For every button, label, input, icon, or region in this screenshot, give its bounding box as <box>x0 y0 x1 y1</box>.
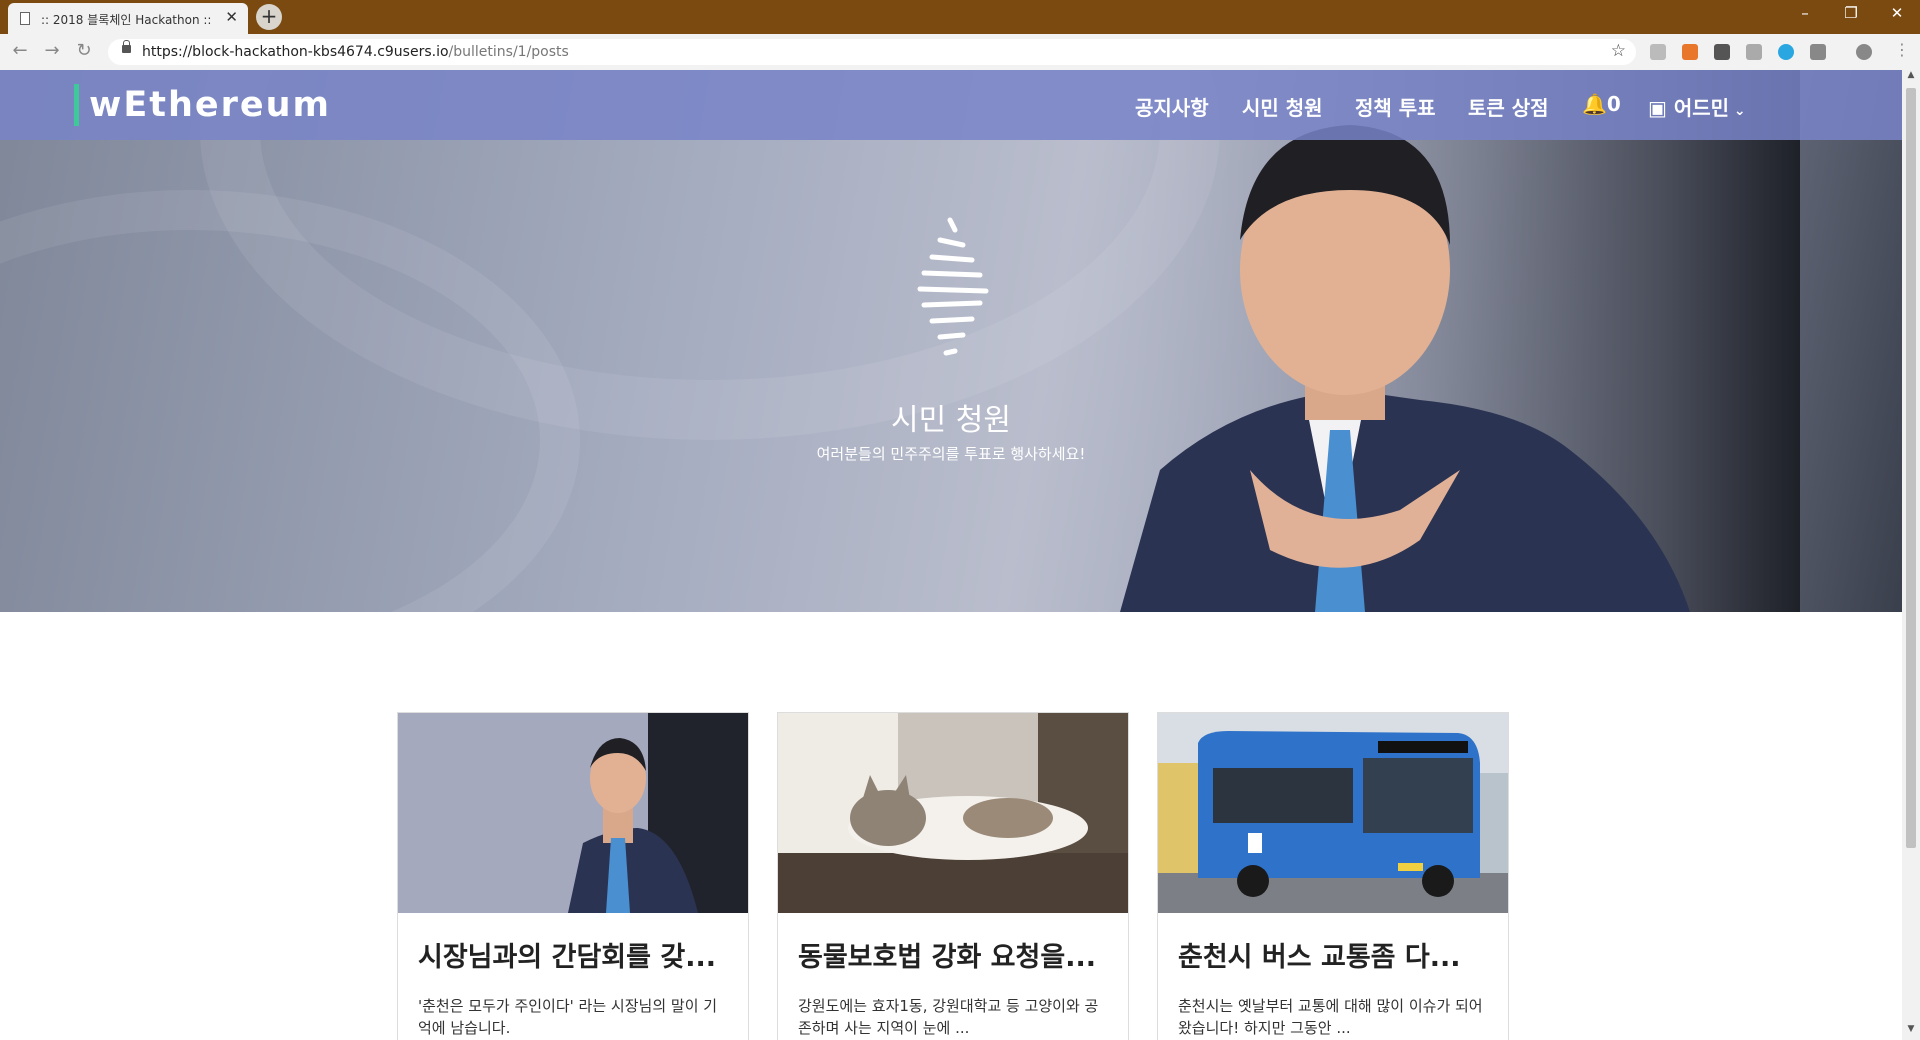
restore-icon[interactable]: ❐ <box>1836 4 1866 22</box>
post-title[interactable]: 시장님과의 간담회를 갖... <box>418 935 716 974</box>
hero-subtitle: 여러분들의 민주주의를 투표로 행사하세요! <box>816 445 1086 463</box>
user-menu-dropdown[interactable]: ▣ 어드민 ⌄ <box>1648 92 1746 121</box>
id-card-icon: ▣ <box>1648 96 1674 120</box>
hero-title: 시민 청원 <box>891 403 1011 438</box>
post-excerpt: 춘천시는 옛날부터 교통에 대해 많이 이슈가 되어왔습니다! 하지만 그동안 … <box>1178 997 1483 1037</box>
profile-avatar-icon[interactable] <box>1856 44 1872 60</box>
post-excerpt: '춘천은 모두가 주인이다' 라는 시장님의 말이 기억에 남습니다. <box>418 997 718 1037</box>
post-card[interactable]: 동물보호법 강화 요청을... 강원도에는 효자1동, 강원대학교 등 고양이와… <box>777 712 1129 1040</box>
notification-count: 0 <box>1606 92 1621 116</box>
brand-logo[interactable]: wEthereum <box>74 84 331 126</box>
extension-icon[interactable] <box>1746 44 1762 60</box>
address-bar[interactable]: https://block-hackathon-kbs4674.c9users.… <box>108 39 1636 65</box>
close-window-icon[interactable]: ✕ <box>1882 4 1912 22</box>
post-thumbnail-image <box>778 713 1128 913</box>
hero-emblem-icon <box>917 217 989 356</box>
page-icon <box>20 12 30 25</box>
back-icon[interactable]: ← <box>8 40 32 61</box>
nav-policy-vote[interactable]: 정책 투표 <box>1355 92 1436 121</box>
lock-icon <box>122 40 131 53</box>
bookmark-star-icon[interactable]: ☆ <box>1611 41 1626 61</box>
nav-petitions[interactable]: 시민 청원 <box>1242 92 1323 121</box>
extension-icon[interactable] <box>1714 44 1730 60</box>
scroll-up-arrow-icon[interactable]: ▲ <box>1902 70 1920 86</box>
scroll-down-arrow-icon[interactable]: ▼ <box>1902 1024 1920 1040</box>
hero-banner: wEthereum 공지사항 시민 청원 정책 투표 토큰 상점 🔔0 ▣ 어드… <box>0 70 1902 690</box>
post-thumbnail-image <box>1158 713 1508 913</box>
reload-icon[interactable]: ↻ <box>72 40 96 61</box>
nav-notices[interactable]: 공지사항 <box>1135 92 1209 121</box>
post-excerpt: 강원도에는 효자1동, 강원대학교 등 고양이와 공존하며 사는 지역이 눈에 … <box>798 997 1099 1037</box>
url-text: https://block-hackathon-kbs4674.c9users.… <box>142 44 569 60</box>
post-card[interactable]: 시장님과의 간담회를 갖... '춘천은 모두가 주인이다' 라는 시장님의 말… <box>397 712 749 1040</box>
mayor-portrait-image <box>1100 70 1800 612</box>
browser-tab[interactable]: :: 2018 블록체인 Hackathon :: ✕ <box>8 3 248 34</box>
menu-kebab-icon[interactable]: ⋮ <box>1890 40 1914 59</box>
post-thumbnail-image <box>398 713 748 913</box>
forward-icon[interactable]: → <box>40 40 64 61</box>
scrollbar-thumb[interactable] <box>1906 88 1916 848</box>
bell-icon: 🔔 <box>1582 92 1607 116</box>
notifications-button[interactable]: 🔔0 <box>1582 92 1621 116</box>
browser-tab-strip: :: 2018 블록체인 Hackathon :: ✕ + – ❐ ✕ <box>0 0 1920 34</box>
tab-close-icon[interactable]: ✕ <box>225 8 238 26</box>
post-card[interactable]: 춘천시 버스 교통좀 다... 춘천시는 옛날부터 교통에 대해 많이 이슈가 … <box>1157 712 1509 1040</box>
post-title[interactable]: 춘천시 버스 교통좀 다... <box>1178 935 1461 974</box>
extension-icon[interactable] <box>1650 44 1666 60</box>
extension-icon[interactable] <box>1778 44 1794 60</box>
tab-title: :: 2018 블록체인 Hackathon :: <box>41 13 212 27</box>
extension-icon[interactable] <box>1682 44 1698 60</box>
user-name: 어드민 <box>1673 96 1730 120</box>
nav-token-shop[interactable]: 토큰 상점 <box>1468 92 1549 121</box>
new-tab-button[interactable]: + <box>256 4 282 30</box>
minimize-icon[interactable]: – <box>1790 4 1820 22</box>
site-navbar: wEthereum 공지사항 시민 청원 정책 투표 토큰 상점 🔔0 ▣ 어드… <box>0 70 1902 140</box>
browser-toolbar: ← → ↻ https://block-hackathon-kbs4674.c9… <box>0 34 1920 71</box>
extension-icon[interactable] <box>1810 44 1826 60</box>
post-title[interactable]: 동물보호법 강화 요청을... <box>798 935 1096 974</box>
page-viewport: wEthereum 공지사항 시민 청원 정책 투표 토큰 상점 🔔0 ▣ 어드… <box>0 70 1920 1040</box>
chevron-down-icon: ⌄ <box>1729 103 1746 119</box>
